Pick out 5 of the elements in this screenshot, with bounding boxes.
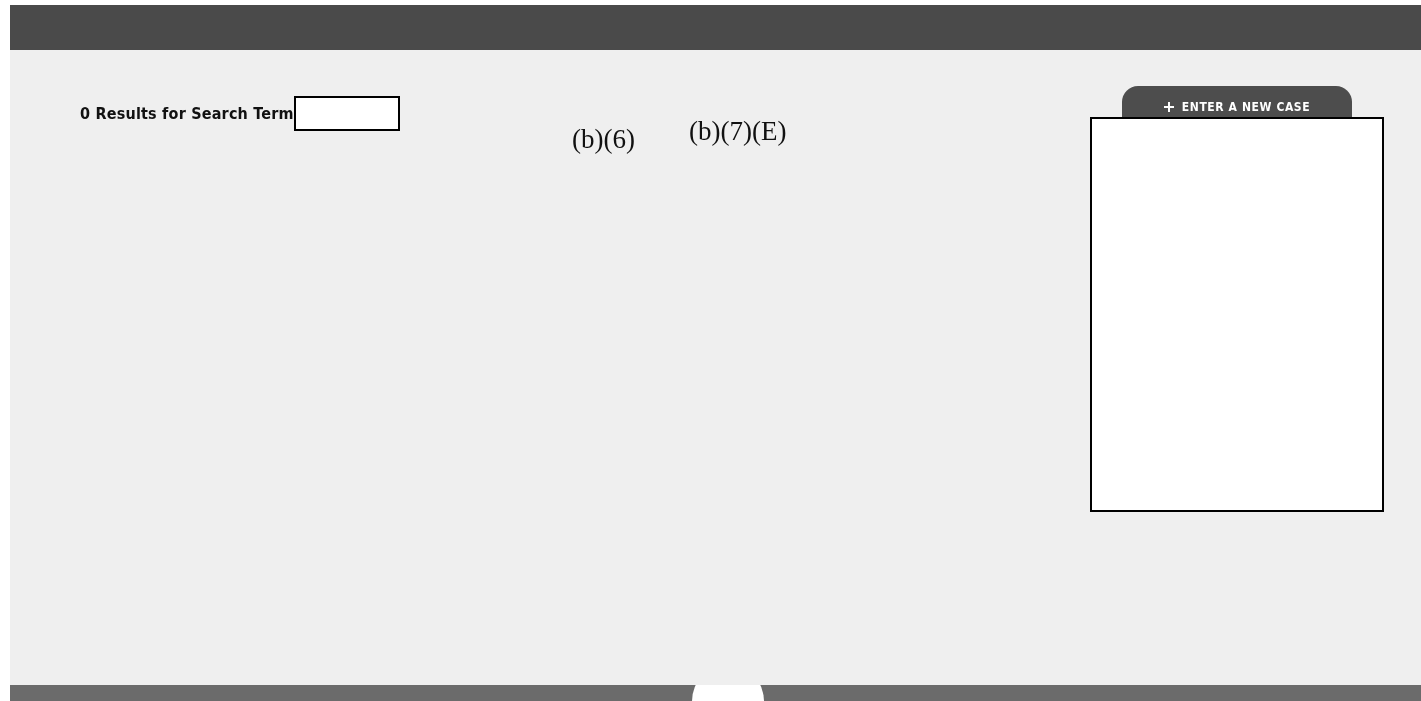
results-text: 0 Results for Search Term — [80, 104, 294, 123]
new-case-button[interactable]: ENTER A NEW CASE — [1122, 86, 1352, 117]
plus-icon — [1163, 102, 1174, 112]
redaction-code: (b)(7)(E) — [688, 116, 787, 147]
redaction-code: (b)(6) — [572, 124, 635, 155]
